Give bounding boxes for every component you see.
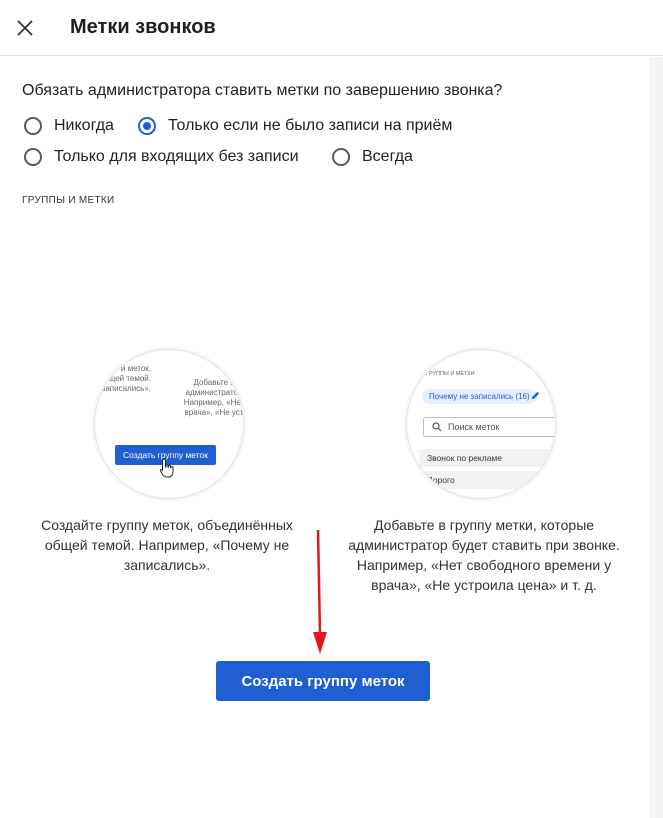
radio-label: Всегда xyxy=(362,148,413,165)
radio-circle xyxy=(138,117,156,135)
search-icon xyxy=(432,422,442,432)
illustration-row: Звонок по рекламе xyxy=(419,449,555,467)
question-text: Обязать администратора ставить метки по … xyxy=(22,82,503,99)
illustration-chip: Почему не записались (16) xyxy=(422,389,537,404)
illustration-text: Добавьте в администратор Например, «Нет … xyxy=(183,378,244,417)
illustration-text: й меток, щей темой. записались». xyxy=(101,364,151,393)
illustration-search: Поиск меток xyxy=(423,417,555,437)
radio-circle xyxy=(332,148,350,166)
illustration-create-group: й меток, щей темой. записались». Добавьт… xyxy=(94,349,244,499)
hand-cursor-icon xyxy=(159,458,174,478)
header: Метки звонков xyxy=(0,0,663,56)
illustration-row: Дорого xyxy=(419,471,555,489)
description-left: Создайте группу меток, объединённых обще… xyxy=(41,517,293,573)
radio-label: Никогда xyxy=(54,117,114,134)
radio-incoming-no-appointment[interactable]: Только для входящих без записи xyxy=(24,148,299,166)
page-title: Метки звонков xyxy=(70,16,216,38)
radio-circle xyxy=(24,117,42,135)
radio-always[interactable]: Всегда xyxy=(332,148,413,166)
section-label: ГРУППЫ И МЕТКИ xyxy=(22,195,115,206)
radio-if-no-appointment[interactable]: Только если не было записи на приём xyxy=(138,117,452,135)
illustration-search-text: Поиск меток xyxy=(448,422,500,432)
radio-label: Только если не было записи на приём xyxy=(168,117,453,134)
create-group-button[interactable]: Создать группу меток xyxy=(216,661,430,701)
radio-never[interactable]: Никогда xyxy=(24,117,114,135)
radio-label: Только для входящих без записи xyxy=(54,148,299,165)
illustration-section: ГРУППЫ И МЕТКИ xyxy=(426,371,475,377)
pencil-icon xyxy=(531,391,540,400)
radio-circle xyxy=(24,148,42,166)
arrow-down-icon xyxy=(313,529,327,654)
close-icon[interactable] xyxy=(14,17,36,39)
illustration-add-tags: ГРУППЫ И МЕТКИ Почему не записались (16)… xyxy=(406,349,556,499)
description-right: Добавьте в группу метки, которые админис… xyxy=(348,517,620,593)
scrollbar[interactable] xyxy=(649,57,663,818)
